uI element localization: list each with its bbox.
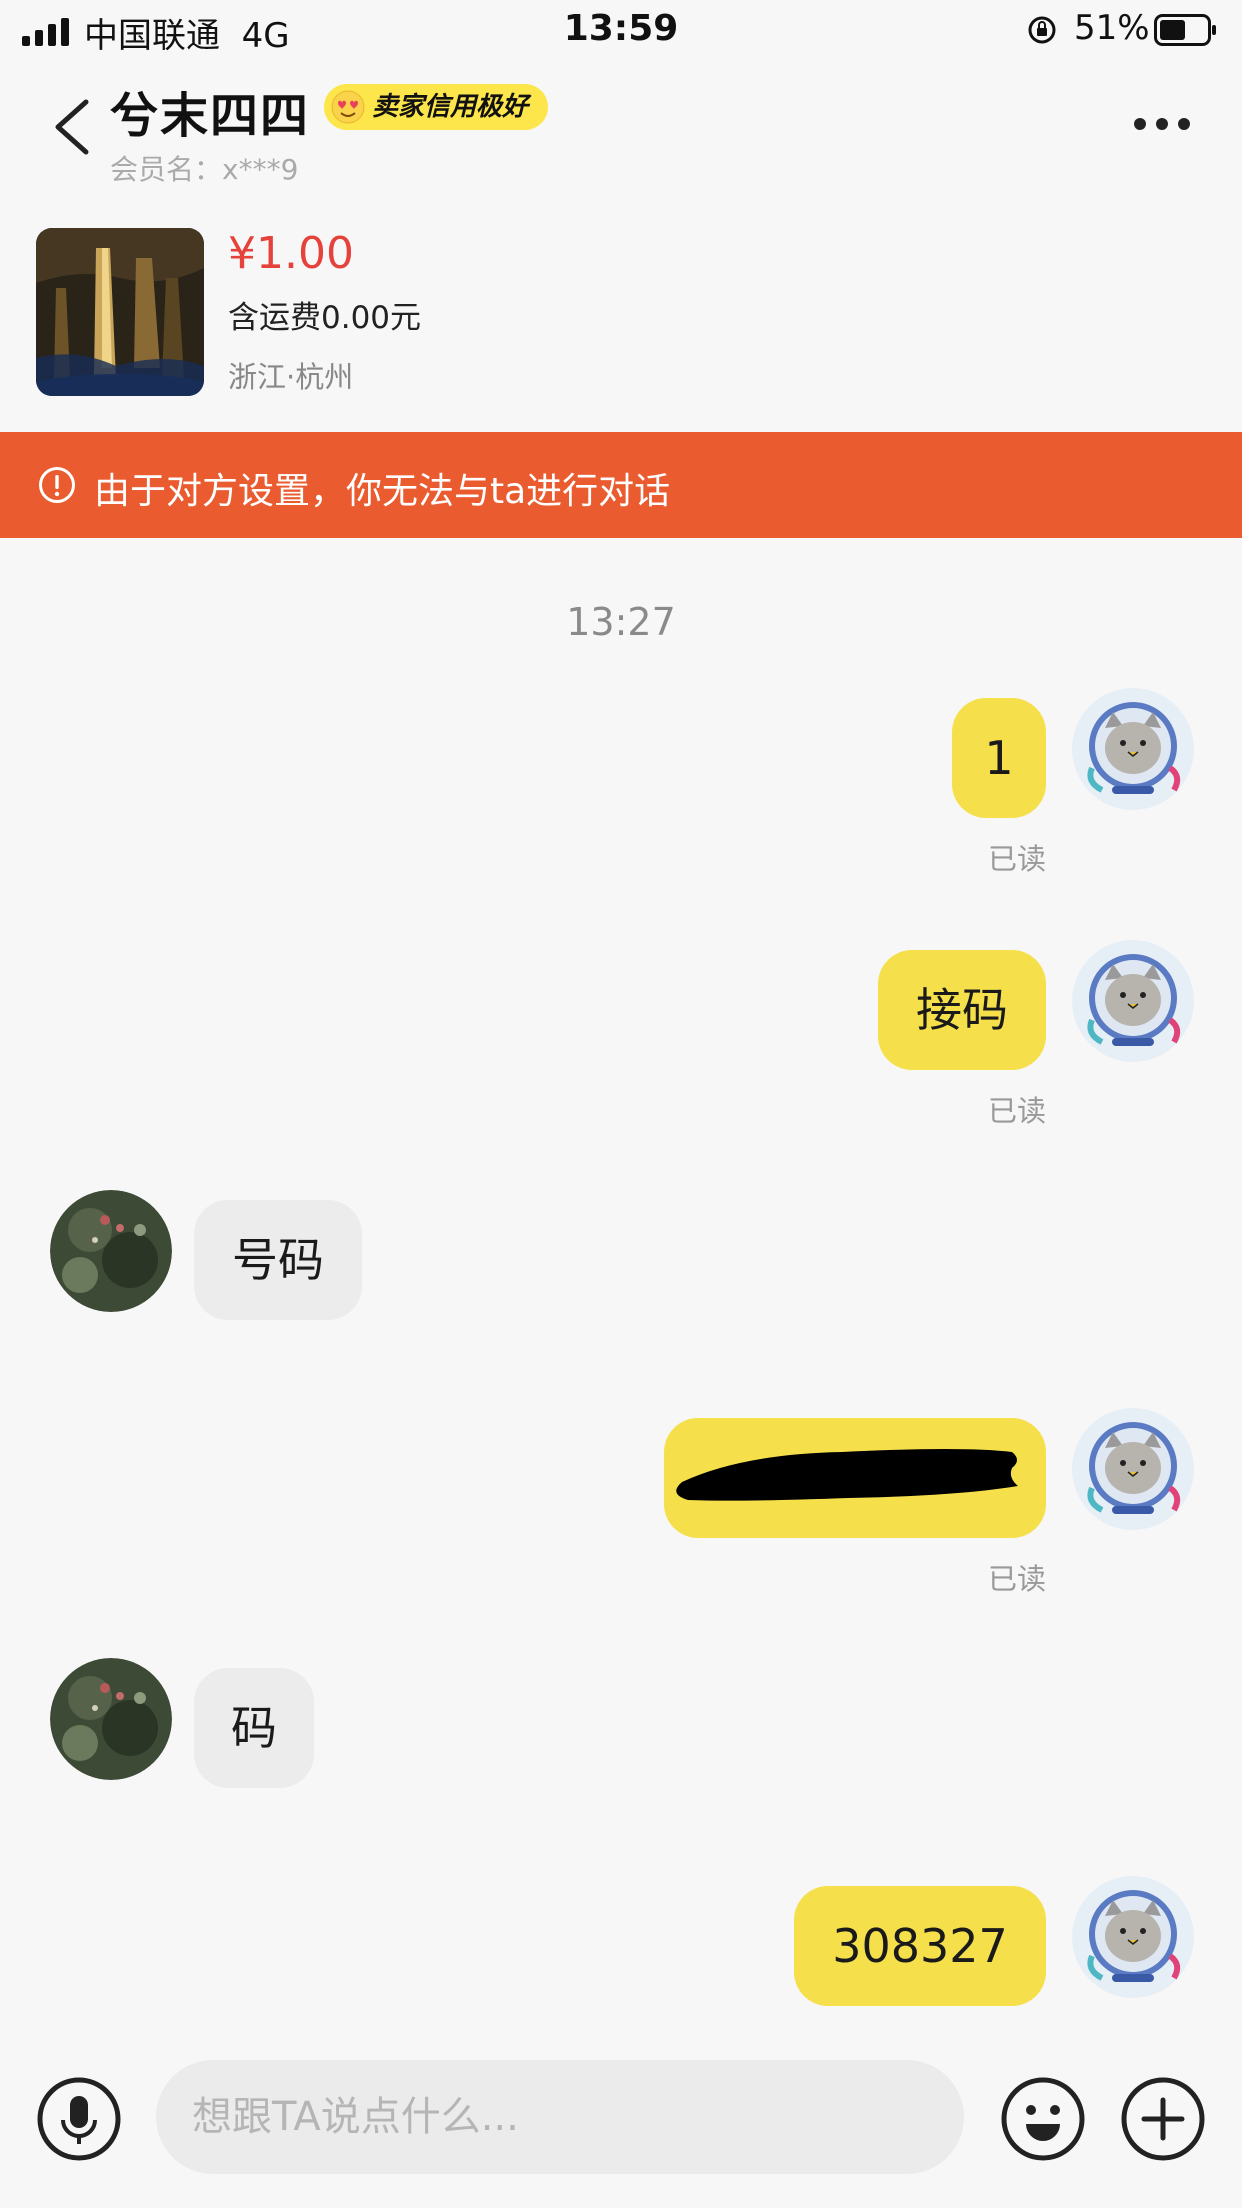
my-avatar[interactable] (1072, 940, 1194, 1062)
member-name: 会员名：x***9 (110, 153, 299, 186)
cat-avatar-icon (1072, 688, 1194, 810)
heart-eyes-emoji-icon (331, 90, 365, 124)
product-thumbnail[interactable] (36, 228, 204, 396)
shipping-fee: 含运费0.00元 (228, 300, 422, 336)
contact-avatar[interactable] (50, 1658, 172, 1780)
warning-text: 由于对方设置，你无法与ta进行对话 (94, 471, 671, 512)
battery-percent: 51% (1074, 8, 1150, 48)
read-receipt: 已读 (988, 1094, 1047, 1128)
message-bubble-received[interactable]: 码 (194, 1668, 314, 1788)
redaction-mark (676, 1449, 1018, 1501)
my-avatar[interactable] (1072, 1408, 1194, 1530)
my-avatar[interactable] (1072, 1876, 1194, 1998)
battery-icon (1154, 14, 1216, 46)
contact-avatar-image (50, 1190, 172, 1312)
product-price: ¥1.00 (228, 228, 354, 279)
message-bubble-received[interactable]: 号码 (194, 1200, 362, 1320)
add-attachment-icon[interactable] (1120, 2076, 1206, 2162)
cat-avatar-icon (1072, 1408, 1194, 1530)
cat-avatar-icon (1072, 940, 1194, 1062)
read-receipt: 已读 (988, 842, 1047, 876)
contact-avatar[interactable] (50, 1190, 172, 1312)
cat-avatar-icon (1072, 1876, 1194, 1998)
contact-name: 兮末四四 (110, 88, 311, 144)
back-icon[interactable] (50, 96, 94, 158)
message-bubble-sent[interactable]: 接码 (878, 950, 1046, 1070)
contact-avatar-image (50, 1658, 172, 1780)
read-receipt: 已读 (988, 1562, 1047, 1596)
more-options-icon[interactable] (1134, 118, 1194, 132)
message-bubble-sent[interactable]: 1 (952, 698, 1046, 818)
emoji-icon[interactable] (1000, 2076, 1086, 2162)
chat-timestamp: 13:27 (566, 600, 676, 644)
seller-credit-badge: 卖家信用极好 (324, 84, 549, 130)
product-location: 浙江·杭州 (228, 360, 354, 394)
message-input[interactable] (156, 2060, 964, 2174)
my-avatar[interactable] (1072, 688, 1194, 810)
rotation-lock-icon (1028, 16, 1056, 44)
warning-icon (39, 467, 75, 503)
message-bubble-sent[interactable]: 308327 (794, 1886, 1046, 2006)
status-bar: 中国联通 4G 13:59 51% (0, 0, 1242, 60)
voice-input-icon[interactable] (36, 2076, 122, 2162)
